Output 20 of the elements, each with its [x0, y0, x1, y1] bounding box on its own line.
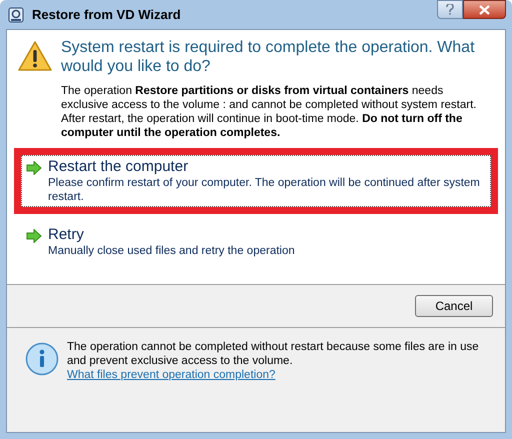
heading: System restart is required to complete the operation. What would you like to do?: [61, 38, 476, 76]
help-icon: [446, 4, 454, 15]
option-title: Retry: [48, 226, 85, 244]
option-title: Restart the computer: [48, 158, 190, 176]
info-text: The operation cannot be completed without restart because some files are in use and prevent exclusive access to the volume.: [67, 340, 480, 368]
option-detail: Please confirm restart of your computer. The operation will be continued after system restart.: [48, 176, 481, 204]
close-icon: [479, 4, 490, 14]
description: The operation Restore partitions or disks from virtual containers needs exclusive access to the volume : and cannot be completed without system restart. After restart, the operation will continue in boot-time mode. Do not turn off the computer until the operation completes.: [61, 84, 478, 140]
help-button[interactable]: [437, 0, 463, 19]
command-link[interactable]: Restart the computer Please confirm restart of your computer. The operation will be continued after system restart.: [21, 155, 491, 207]
command-link[interactable]: Retry Manually close used files and retry the operation: [21, 223, 491, 261]
option-detail: Manually close used files and retry the operation: [48, 244, 295, 258]
arrow-icon: [26, 229, 42, 243]
close-button[interactable]: [463, 0, 506, 19]
window-title: Restore from VD Wizard: [32, 6, 181, 24]
cancel-button[interactable]: Cancel: [415, 295, 493, 317]
arrow-icon: [26, 161, 42, 175]
info-icon: [25, 342, 59, 376]
info-link[interactable]: What files prevent operation completion?: [67, 368, 495, 382]
warning-icon: [17, 40, 53, 72]
